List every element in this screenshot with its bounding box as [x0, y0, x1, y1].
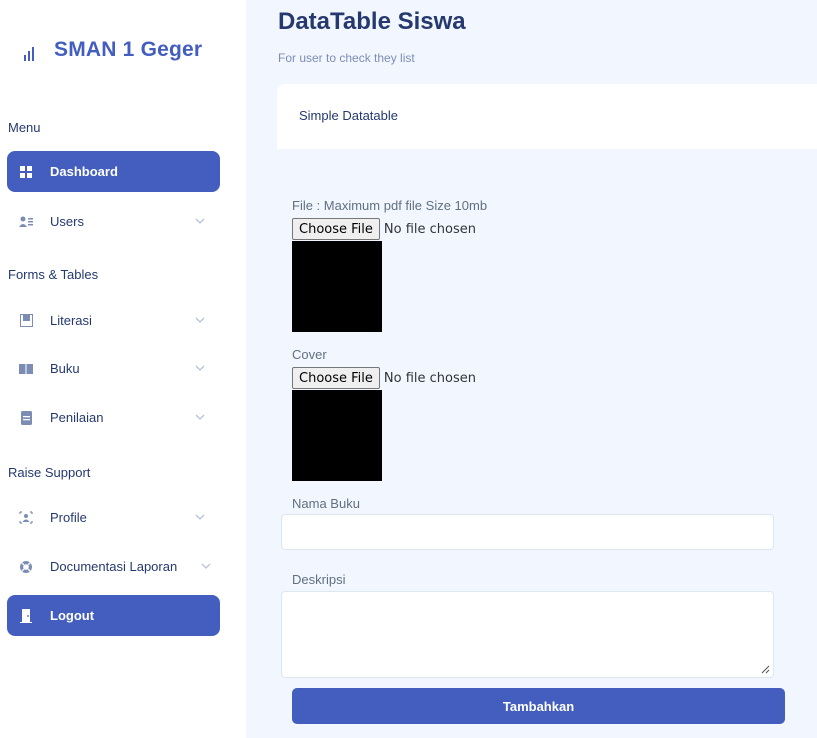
sidebar-item-label: Penilaian [50, 410, 104, 425]
life-ring-icon [19, 560, 33, 574]
file-status: No file chosen [383, 221, 476, 237]
choose-file-button[interactable]: Choose File [292, 218, 380, 240]
tambahkan-button[interactable]: Tambahkan [292, 688, 785, 724]
sidebar-item-label: Dashboard [50, 164, 118, 179]
page-title: DataTable Siswa [278, 8, 466, 35]
file-preview [292, 241, 382, 332]
sidebar-item-label: Profile [50, 510, 87, 525]
book-icon [19, 362, 33, 376]
sidebar-item-literasi[interactable]: Literasi [7, 300, 220, 341]
sidebar-item-profile[interactable]: Profile [7, 497, 220, 538]
bar-chart-icon [22, 39, 40, 61]
sidebar-item-documentasi-laporan[interactable]: Documentasi Laporan [7, 546, 220, 587]
sidebar-item-users[interactable]: Users [7, 201, 220, 242]
sidebar-item-penilaian[interactable]: Penilaian [7, 397, 220, 438]
person-badge-icon [19, 511, 33, 525]
choose-cover-button[interactable]: Choose File [292, 367, 380, 389]
cover-input[interactable]: Choose File No file chosen [292, 366, 476, 390]
main-content: DataTable Siswa For user to check they l… [246, 0, 817, 738]
sidebar-item-dashboard[interactable]: Dashboard [7, 151, 220, 192]
sidebar-item-label: Users [50, 214, 84, 229]
sidebar: SMAN 1 Geger Menu Dashboard Users Forms … [0, 0, 228, 738]
sidebar-item-label: Documentasi Laporan [50, 559, 178, 574]
sidebar-item-label: Logout [50, 608, 95, 623]
nama-buku-label: Nama Buku [292, 496, 360, 511]
door-icon [19, 608, 33, 623]
file-icon [19, 410, 33, 425]
chevron-down-icon [195, 218, 205, 224]
card-header: Simple Datatable [277, 84, 817, 149]
sidebar-item-label: Literasi [50, 313, 92, 328]
file-input[interactable]: Choose File No file chosen [292, 217, 476, 241]
sidebar-item-logout[interactable]: Logout [7, 595, 220, 636]
brand-name: SMAN 1 Geger [54, 38, 203, 61]
chevron-down-icon [195, 317, 205, 323]
grid-icon [19, 165, 33, 179]
nama-buku-input[interactable] [281, 514, 774, 550]
deskripsi-textarea[interactable] [281, 591, 774, 678]
chevron-down-icon [195, 514, 205, 520]
file-label: File : Maximum pdf file Size 10mb [292, 198, 488, 213]
section-title-menu: Menu [8, 120, 41, 135]
sidebar-item-buku[interactable]: Buku [7, 348, 220, 389]
deskripsi-label: Deskripsi [292, 572, 346, 587]
cover-status: No file chosen [383, 370, 476, 386]
sidebar-item-label: Buku [50, 361, 80, 376]
section-title-forms-tables: Forms & Tables [8, 267, 99, 282]
card-title: Simple Datatable [299, 108, 398, 123]
brand[interactable]: SMAN 1 Geger [22, 38, 202, 62]
cover-label: Cover [292, 347, 327, 362]
window-icon [19, 314, 33, 328]
chevron-down-icon [195, 365, 205, 371]
users-icon [19, 215, 33, 229]
section-title-raise-support: Raise Support [8, 465, 91, 480]
resize-grip-icon[interactable] [761, 665, 770, 674]
chevron-down-icon [195, 414, 205, 420]
page-subtitle: For user to check they list [278, 51, 415, 65]
cover-preview [292, 390, 382, 481]
chevron-down-icon [201, 563, 211, 569]
